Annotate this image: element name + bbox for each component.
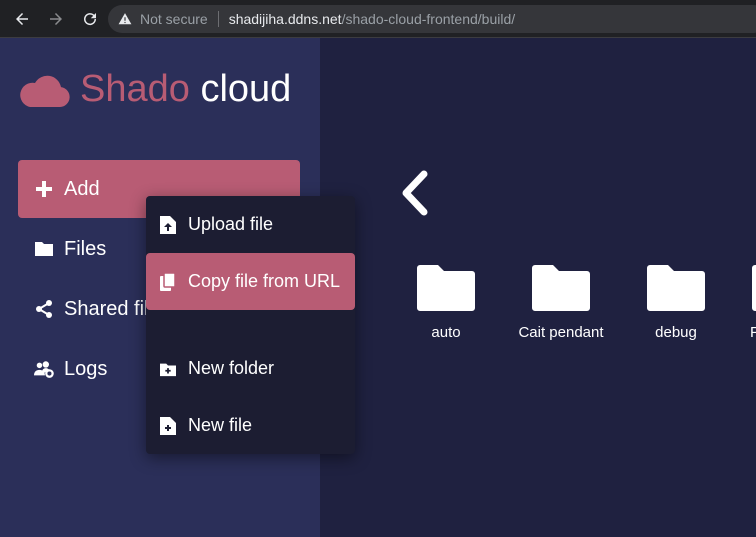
warning-icon[interactable] [118,12,132,26]
copy-icon [160,272,176,291]
plus-icon [36,181,52,197]
main-content: auto Cait pendant debug P [320,38,756,537]
cloud-icon [20,75,70,107]
folder-name: P [750,324,756,341]
app-title-part1: Shado [80,68,190,110]
users-cog-icon [34,361,54,378]
menu-item-label: Copy file from URL [188,271,341,291]
menu-item-label: New file [188,415,253,435]
security-status: Not secure [140,11,208,27]
menu-item-new-folder[interactable]: New folder [146,340,355,397]
url-separator [217,11,219,27]
menu-item-label: New folder [188,358,275,378]
folder-item[interactable]: debug [621,264,731,341]
address-bar[interactable]: Not secure shadijiha.ddns.net/shado-clou… [108,5,756,33]
sidebar-item-label: Files [64,237,107,260]
reload-icon[interactable] [78,7,102,31]
folder-icon [752,265,756,311]
url-host: shadijiha.ddns.net [228,11,342,27]
folder-icon [417,265,475,311]
url-path: /shado-cloud-frontend/build/ [341,11,516,27]
menu-item-copy-file-from-url[interactable]: Copy file from URL [146,253,355,310]
add-dropdown-menu: Upload file Copy file from URL New folde… [146,196,355,454]
folder-icon [647,265,705,311]
menu-item-label: Upload file [188,214,274,234]
app-title: Shado cloud [80,68,291,111]
folder-icon [532,265,590,311]
folder-item[interactable]: auto [391,264,501,341]
app-logo[interactable]: Shado cloud [18,68,291,111]
menu-item-new-file[interactable]: New file [146,397,355,454]
browser-toolbar: Not secure shadijiha.ddns.net/shado-clou… [0,0,756,38]
app-title-part2: cloud [200,68,292,110]
back-arrow-icon[interactable] [10,7,34,31]
sidebar-item-label: Add [64,177,100,200]
file-plus-icon [160,416,176,435]
folder-item[interactable]: Cait pendant [506,264,616,341]
folder-item[interactable]: P [750,264,756,341]
menu-item-upload-file[interactable]: Upload file [146,196,355,253]
share-icon [36,300,52,318]
chevron-left-icon[interactable] [398,170,432,216]
folder-name: auto [431,324,461,341]
forward-arrow-icon[interactable] [44,7,68,31]
folder-name: Cait pendant [518,324,604,341]
file-upload-icon [160,215,176,234]
folder-plus-icon [160,363,176,376]
folder-icon [35,242,53,256]
folder-name: debug [655,324,697,341]
sidebar-item-label: Logs [64,357,108,380]
